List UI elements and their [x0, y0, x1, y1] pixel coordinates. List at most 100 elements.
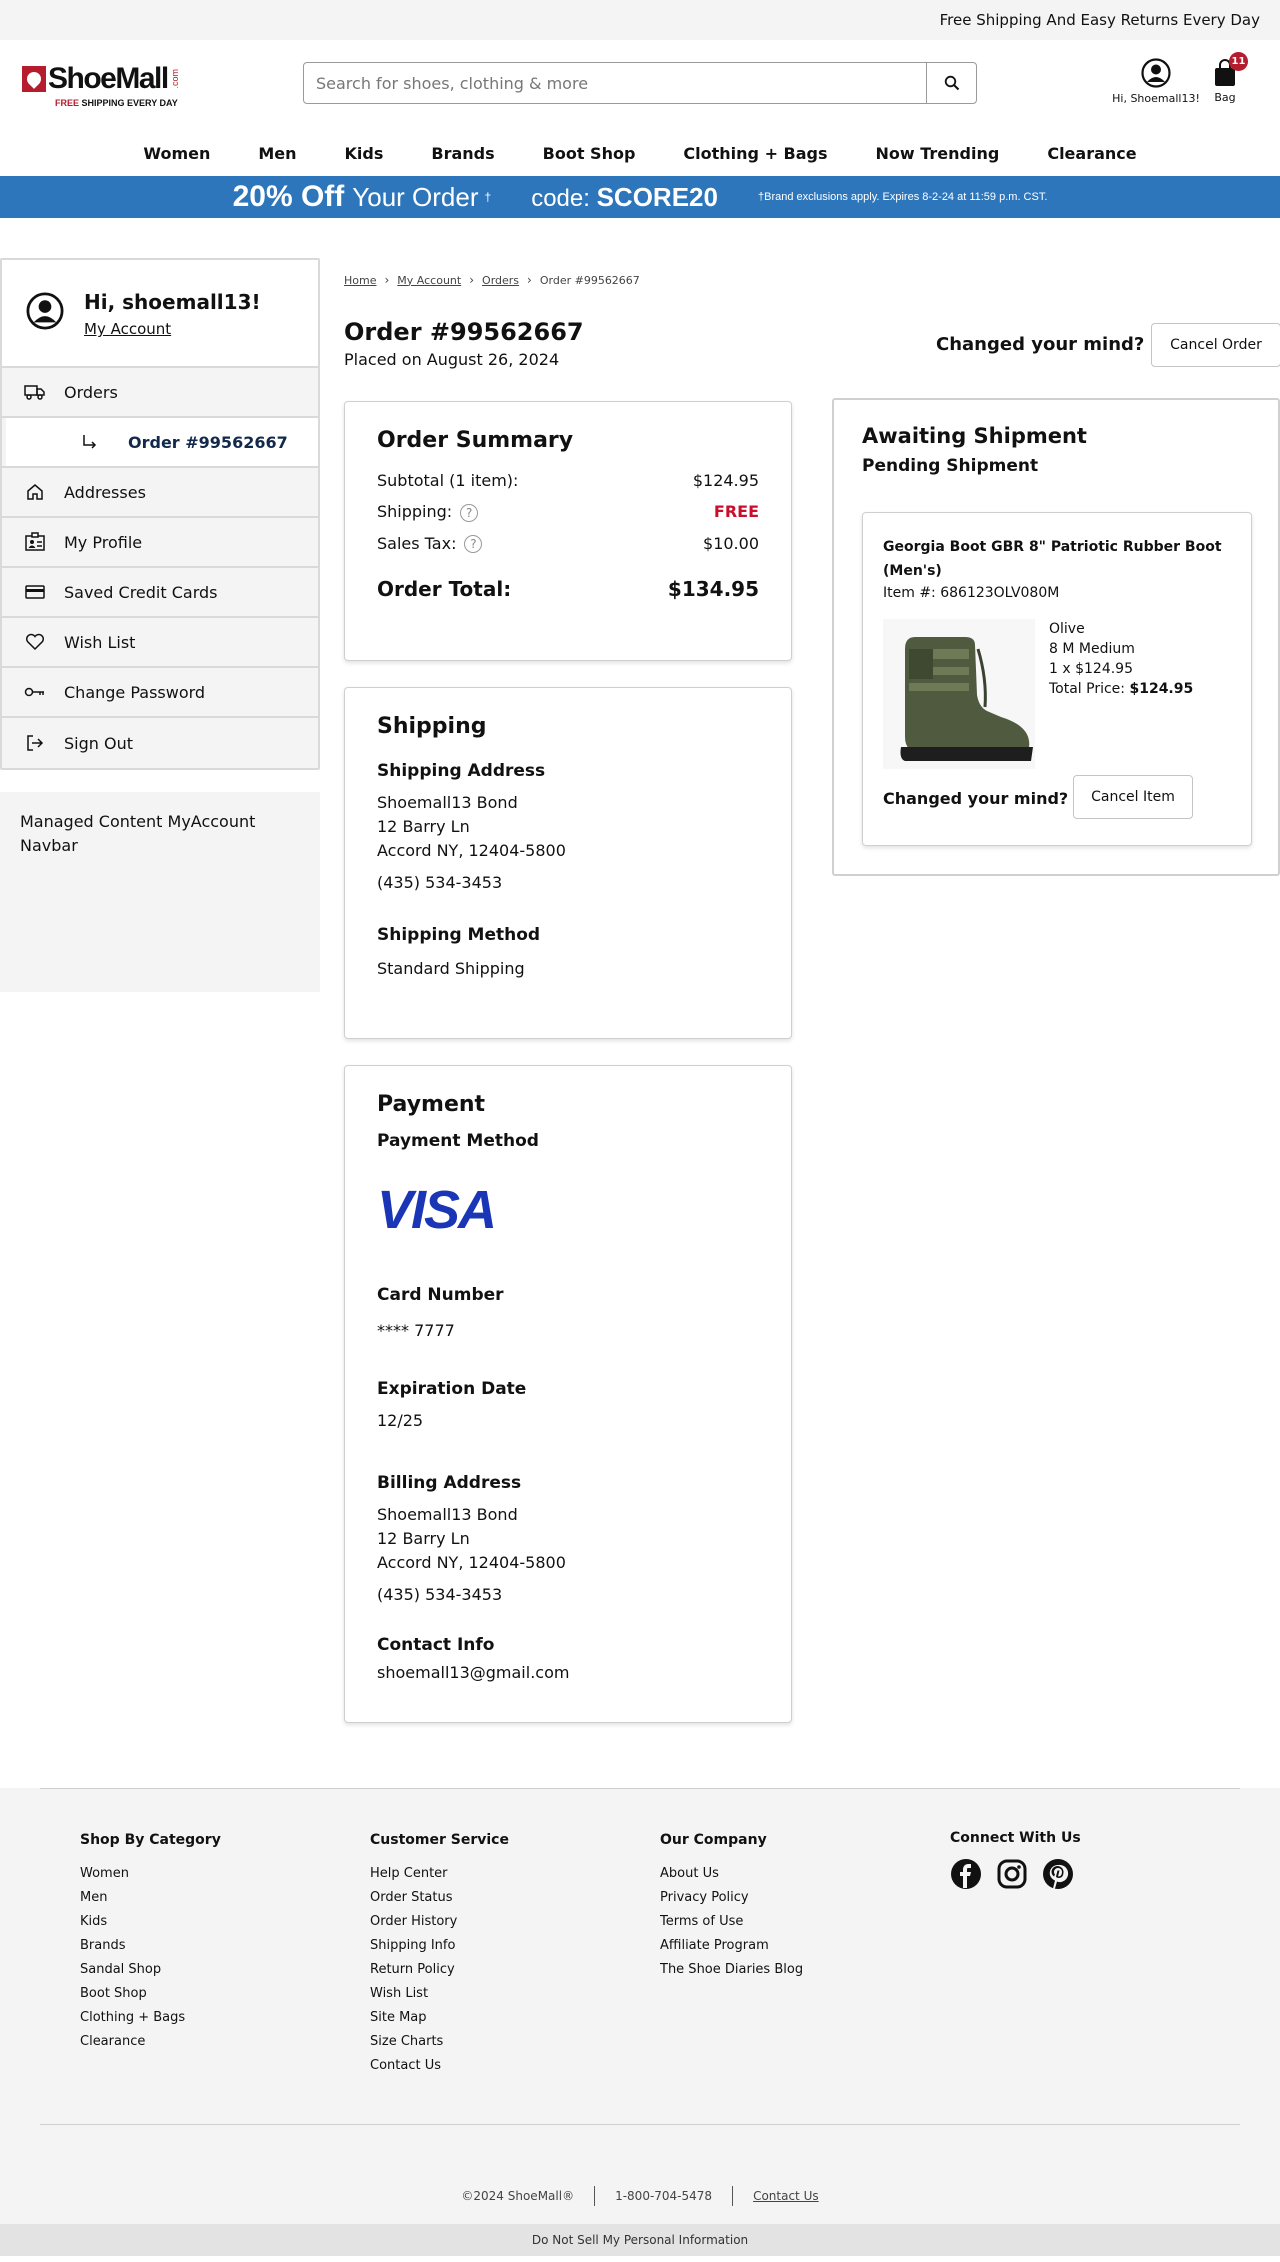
footer-link[interactable]: Brands	[80, 1938, 221, 1954]
logo-tagline-rest: SHIPPING EVERY DAY	[81, 98, 178, 108]
nav-women[interactable]: Women	[119, 144, 234, 163]
shoemall-mark-icon	[22, 66, 46, 92]
cancel-order-button[interactable]: Cancel Order	[1151, 323, 1280, 367]
sidebar-item-orders[interactable]: Orders	[2, 368, 318, 418]
bag-link[interactable]: 11 Bag	[1208, 52, 1248, 104]
promo-dagger: †	[484, 190, 492, 204]
footer-divider	[40, 2124, 1240, 2125]
footer-link[interactable]: Return Policy	[370, 1962, 509, 1978]
chevron-right-icon: ›	[469, 273, 475, 287]
pinterest-icon[interactable]	[1042, 1858, 1074, 1890]
footer-link[interactable]: Boot Shop	[80, 1986, 221, 2002]
page-title: Order #99562667	[344, 318, 584, 346]
truck-icon	[24, 385, 45, 400]
footer-link[interactable]: The Shoe Diaries Blog	[660, 1962, 803, 1978]
account-label: Hi, Shoemall13!	[1112, 92, 1200, 105]
footer-link[interactable]: Clothing + Bags	[80, 2010, 221, 2026]
my-account-link[interactable]: My Account	[84, 320, 171, 338]
search-icon	[944, 75, 959, 91]
nav-kids[interactable]: Kids	[321, 144, 408, 163]
footer-link[interactable]: Shipping Info	[370, 1938, 509, 1954]
sidebar-item-current-order[interactable]: Order #99562667	[2, 418, 318, 468]
site-footer: Shop By Category Women Men Kids Brands S…	[0, 1788, 1280, 2256]
expiration-date: 12/25	[377, 1411, 424, 1430]
item-name[interactable]: Georgia Boot GBR 8" Patriotic Rubber Boo…	[883, 535, 1231, 583]
nav-brands[interactable]: Brands	[407, 144, 518, 163]
sidebar-item-profile[interactable]: My Profile	[2, 518, 318, 568]
nav-clothing-bags[interactable]: Clothing + Bags	[659, 144, 851, 163]
footer-col-categories: Shop By Category Women Men Kids Brands S…	[80, 1832, 221, 2058]
order-total-row: Order Total: $134.95	[377, 577, 759, 601]
footer-heading: Shop By Category	[80, 1832, 221, 1848]
nav-clearance[interactable]: Clearance	[1023, 144, 1160, 163]
nav-men[interactable]: Men	[234, 144, 320, 163]
bag-count-badge: 11	[1229, 52, 1248, 71]
footer-phone: 1-800-704-5478	[615, 2189, 713, 2203]
footer-link[interactable]: Women	[80, 1866, 221, 1882]
sidebar-item-credit-cards[interactable]: Saved Credit Cards	[2, 568, 318, 618]
breadcrumb-my-account[interactable]: My Account	[397, 274, 461, 287]
footer-link[interactable]: Wish List	[370, 1986, 509, 2002]
footer-link[interactable]: Men	[80, 1890, 221, 1906]
search-button[interactable]	[926, 63, 976, 103]
sidebar-item-sign-out[interactable]: Sign Out	[2, 718, 318, 768]
greeting-text: Hi, shoemall13!	[84, 290, 261, 314]
shipping-card: Shipping Shipping Address Shoemall13 Bon…	[344, 687, 792, 1039]
billing-address: Shoemall13 Bond 12 Barry Ln Accord NY, 1…	[377, 1503, 759, 1607]
main-content: Hi, shoemall13! My Account Orders Order …	[0, 218, 1280, 1788]
nav-boot-shop[interactable]: Boot Shop	[519, 144, 660, 163]
payment-method-heading: Payment Method	[377, 1131, 539, 1151]
social-links	[950, 1858, 1081, 1890]
footer-link[interactable]: Privacy Policy	[660, 1890, 803, 1906]
order-placed-date: Placed on August 26, 2024	[344, 350, 560, 369]
footer-separator	[594, 2186, 596, 2206]
account-nav: Hi, shoemall13! My Account Orders Order …	[0, 258, 320, 770]
footer-link[interactable]: Affiliate Program	[660, 1938, 803, 1954]
billing-name: Shoemall13 Bond	[377, 1505, 518, 1524]
footer-link[interactable]: Order History	[370, 1914, 509, 1930]
footer-link[interactable]: Terms of Use	[660, 1914, 803, 1930]
footer-link[interactable]: Clearance	[80, 2034, 221, 2050]
footer-link[interactable]: Kids	[80, 1914, 221, 1930]
footer-contact-link[interactable]: Contact Us	[753, 2189, 819, 2203]
footer-link[interactable]: About Us	[660, 1866, 803, 1882]
sidebar-item-change-password[interactable]: Change Password	[2, 668, 318, 718]
shoemall-logo[interactable]: ShoeMall .com FREE SHIPPING EVERY DAY	[22, 62, 182, 110]
order-item-card: Georgia Boot GBR 8" Patriotic Rubber Boo…	[862, 512, 1252, 846]
shipping-address: Shoemall13 Bond 12 Barry Ln Accord NY, 1…	[377, 791, 759, 895]
breadcrumb-current: Order #99562667	[539, 273, 640, 287]
nav-now-trending[interactable]: Now Trending	[852, 144, 1024, 163]
do-not-sell-link[interactable]: Do Not Sell My Personal Information	[0, 2224, 1280, 2256]
sidebar-item-addresses[interactable]: Addresses	[2, 468, 318, 518]
item-color: Olive	[1049, 621, 1085, 637]
credit-card-icon	[25, 585, 45, 599]
subtotal-row: Subtotal (1 item): $124.95	[377, 471, 759, 490]
order-total-value: $134.95	[667, 577, 759, 601]
footer-link[interactable]: Help Center	[370, 1866, 509, 1882]
account-sidebar: Hi, shoemall13! My Account Orders Order …	[0, 258, 320, 992]
cancel-item-button[interactable]: Cancel Item	[1073, 775, 1193, 819]
search-input[interactable]	[304, 63, 926, 103]
footer-link[interactable]: Site Map	[370, 2010, 509, 2026]
changed-mind-label: Changed your mind?	[936, 334, 1145, 355]
footer-link[interactable]: Sandal Shop	[80, 1962, 221, 1978]
managed-content-block: Managed Content MyAccount Navbar	[0, 792, 320, 992]
facebook-icon[interactable]	[950, 1858, 982, 1890]
account-link[interactable]: Hi, Shoemall13!	[1110, 58, 1202, 105]
breadcrumb-home[interactable]: Home	[344, 274, 376, 287]
sidebar-item-wish-list[interactable]: Wish List	[2, 618, 318, 668]
footer-link[interactable]: Size Charts	[370, 2034, 509, 2050]
footer-link[interactable]: Contact Us	[370, 2058, 509, 2074]
product-image[interactable]	[883, 619, 1035, 769]
help-icon[interactable]: ?	[460, 503, 479, 522]
footer-link[interactable]: Order Status	[370, 1890, 509, 1906]
promo-percent: 20% Off	[232, 180, 345, 213]
user-circle-icon	[26, 292, 64, 330]
promo-banner[interactable]: 20% Off Your Order † code: SCORE20 †Bran…	[0, 176, 1280, 218]
instagram-icon[interactable]	[996, 1858, 1028, 1890]
top-banner: Free Shipping And Easy Returns Every Day	[0, 0, 1280, 40]
breadcrumb-orders[interactable]: Orders	[482, 274, 519, 287]
help-icon[interactable]: ?	[464, 535, 483, 553]
chevron-right-icon: ›	[384, 273, 390, 287]
sidebar-item-label: Sign Out	[64, 733, 133, 753]
